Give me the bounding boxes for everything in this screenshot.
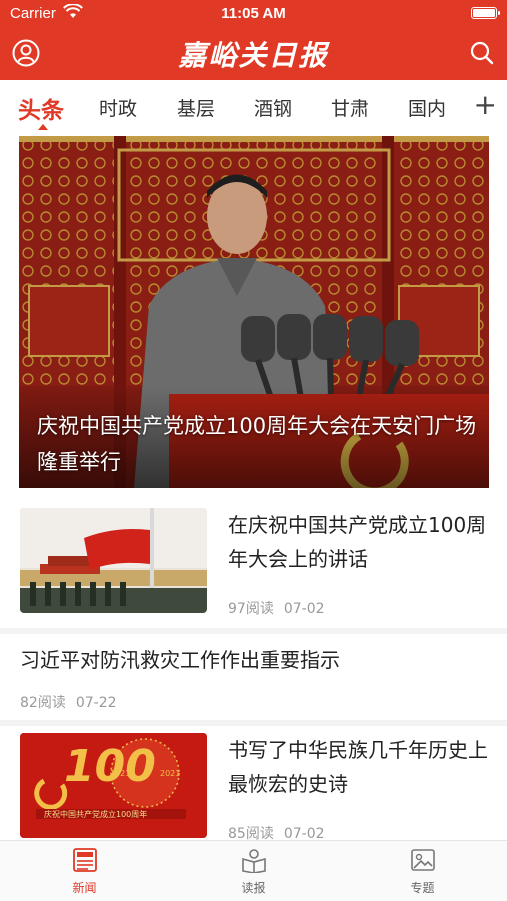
publish-date: 07-22 [75, 695, 117, 711]
nav-news[interactable]: 新闻 [0, 841, 169, 901]
add-tab-button[interactable]: + [474, 88, 497, 121]
article-title[interactable]: 习近平对防汛救灾工作作出重要指示 [20, 643, 490, 677]
search-icon[interactable] [469, 40, 495, 66]
hero-caption: 庆祝中国共产党成立100周年大会在天安门广场隆重举行 [37, 414, 477, 474]
article-meta: 82阅读 07-22 [20, 692, 127, 712]
nav-topics[interactable]: 专题 [338, 841, 507, 901]
tab-grassroots[interactable]: 基层 [177, 94, 215, 121]
bottom-navigation: 新闻 读报 专题 [0, 840, 507, 901]
article-thumbnail[interactable]: 100 1921 2021 庆祝中国共产党成立100周年 [20, 733, 207, 838]
read-paper-icon [242, 849, 266, 873]
news-icon [73, 848, 97, 872]
app-logo: 嘉峪关日报 [178, 39, 329, 72]
year-start: 1921 [110, 769, 131, 778]
year-end: 2021 [160, 769, 181, 778]
category-tabs: 头条 时政 基层 酒钢 甘肃 国内 + [0, 80, 507, 136]
article-title[interactable]: 在庆祝中国共产党成立100周年大会上的讲话 [228, 508, 493, 576]
topic-icon [411, 849, 435, 871]
nav-label: 专题 [410, 881, 435, 895]
active-tab-indicator [38, 124, 48, 130]
status-bar: Carrier 11:05 AM [0, 0, 507, 28]
nav-label: 新闻 [72, 881, 97, 895]
divider [0, 720, 507, 726]
battery-icon [471, 7, 500, 19]
nav-label: 读报 [241, 881, 266, 895]
article-thumbnail[interactable] [20, 508, 207, 613]
article-meta: 97阅读 07-02 [228, 598, 335, 618]
tab-jiugang[interactable]: 酒钢 [254, 94, 292, 121]
banner-text: 庆祝中国共产党成立100周年 [44, 810, 148, 819]
publish-date: 07-02 [283, 601, 325, 617]
read-count: 97阅读 [228, 601, 274, 617]
read-count: 82阅读 [20, 695, 66, 711]
clock: 11:05 AM [221, 5, 286, 22]
tab-domestic[interactable]: 国内 [408, 94, 446, 121]
nav-read-paper[interactable]: 读报 [169, 841, 338, 901]
app-header: Carrier 11:05 AM 嘉峪关日报 [0, 0, 507, 80]
hero-article[interactable]: 庆祝中国共产党成立100周年大会在天安门广场隆重举行 [19, 136, 489, 488]
flag-ceremony-image [20, 508, 207, 613]
tab-headlines[interactable]: 头条 [18, 91, 64, 125]
tab-politics[interactable]: 时政 [99, 94, 137, 121]
tab-gansu[interactable]: 甘肃 [331, 94, 369, 121]
article-title[interactable]: 书写了中华民族几千年历史上最恢宏的史诗 [228, 733, 493, 801]
centenary-number: 100 [64, 741, 156, 792]
divider [0, 628, 507, 634]
